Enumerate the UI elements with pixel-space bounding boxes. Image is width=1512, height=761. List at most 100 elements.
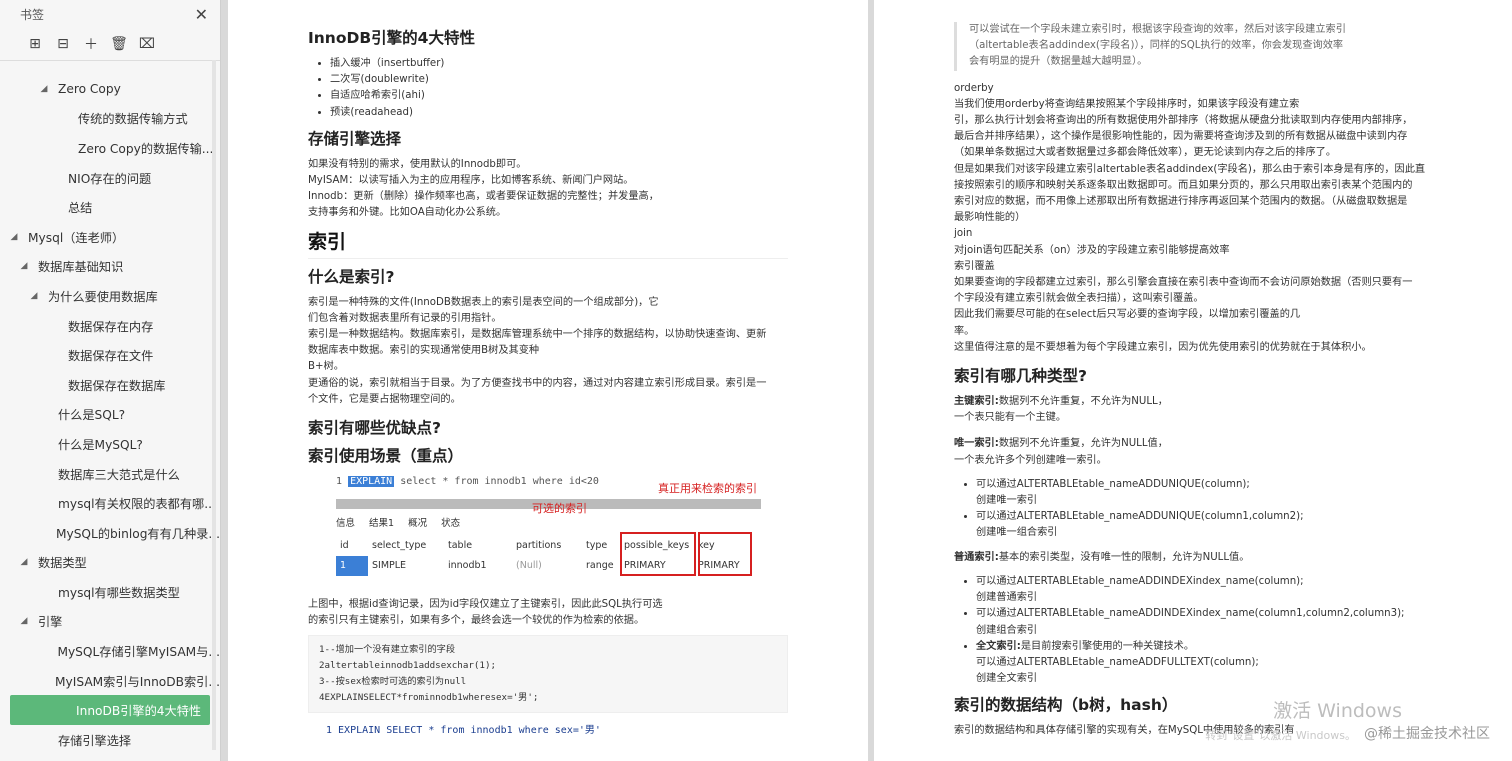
pk-label: 主键索引:	[954, 396, 999, 408]
list-item: 全文索引:是目前搜索引擎使用的一种关键技术。可以通过ALTERTABLEtabl…	[976, 639, 1434, 688]
tab-info: 信息	[336, 518, 356, 530]
paragraph-line: 率。	[954, 325, 975, 337]
paragraph-line: 索引覆盖	[954, 260, 995, 272]
sidebar-item[interactable]: MyISAM索引与InnoDB索引...	[0, 666, 220, 696]
blockquote: 可以尝试在一个字段未建立索引时，根据该字段查询的效率，然后对该字段建立索引 （a…	[954, 22, 1434, 71]
paragraph-line: Innodb：更新（删除）操作频率也高，或者要保证数据的完整性；并发量高，	[308, 191, 659, 203]
expand-all-icon[interactable]: ⊞	[26, 36, 44, 52]
paragraph-line: 个字段没有建立索引就会做全表扫描），这叫索引覆盖。	[954, 293, 1204, 305]
pk-text: 数据列不允许重复，不允许为NULL，	[998, 396, 1168, 408]
sidebar-item[interactable]: ◢ 数据类型	[0, 548, 220, 578]
sidebar-scrollbar[interactable]	[212, 60, 216, 750]
normal-label: 普通索引:	[954, 551, 999, 563]
sidebar-item[interactable]: 存储引擎选择	[0, 725, 220, 755]
delete-all-icon[interactable]: ⌧	[138, 36, 156, 52]
windows-activation-watermark: 激活 Windows	[1273, 700, 1402, 722]
sidebar-item[interactable]: MySQL的binlog有有几种录...	[0, 518, 220, 548]
bookmarks-title: 书签	[20, 7, 45, 22]
sidebar-item-label: 数据库基础知识	[38, 260, 124, 275]
paragraph-line: 引，那么执行计划会将查询出的所有数据使用外部排序（将数据从硬盘分批读取到内存使用…	[954, 115, 1413, 127]
sidebar-item[interactable]: InnoDB引擎的4大特性	[10, 695, 210, 726]
orderby-section: orderby 当我们使用orderby将查询结果按照某个字段排序时，如果该字段…	[954, 81, 1434, 356]
sidebar-item[interactable]: 传统的数据传输方式	[0, 104, 220, 134]
sidebar-item[interactable]: NIO存在的问题	[0, 163, 220, 193]
paragraph-line: 如果要查询的字段都建立过索引，那么引擎会直接在索引表中查询而不会访问原始数据（否…	[954, 277, 1413, 289]
table-cell: (Null)	[516, 560, 542, 572]
paragraph-line: orderby	[954, 82, 994, 94]
collapse-triangle-icon[interactable]: ◢	[18, 616, 30, 626]
quote-line: 可以尝试在一个字段未建立索引时，根据该字段查询的效率，然后对该字段建立索引	[969, 24, 1346, 35]
result-tabs: 信息 结果1 概况 状态	[336, 516, 460, 532]
paragraph-line: MyISAM：以读写插入为主的应用程序，比如博客系统、新闻门户网站。	[308, 175, 634, 187]
sidebar-item[interactable]: 什么是SQL?	[0, 400, 220, 430]
sidebar-item-label: 数据类型	[38, 556, 87, 571]
heading-index: 索引	[308, 230, 788, 259]
close-icon[interactable]: ✕	[195, 5, 208, 24]
sidebar-item-label: MySQL的binlog有有几种录...	[55, 526, 220, 541]
sidebar-item[interactable]: ◢ 数据库基础知识	[0, 252, 220, 282]
code-line: 3--按sex检索时可选的索引为null	[319, 676, 467, 688]
heading-usage-scene: 索引使用场景（重点）	[308, 447, 464, 466]
sidebar-item-label: Mysql（连老师）	[28, 230, 125, 245]
sql-keyword: EXPLAIN	[348, 476, 395, 488]
add-bookmark-icon[interactable]: ＋	[82, 34, 100, 54]
collapse-triangle-icon[interactable]: ◢	[18, 557, 30, 567]
sidebar-item-label: InnoDB引擎的4大特性	[76, 704, 202, 719]
list-item-text: 可以通过ALTERTABLEtable_nameADDINDEXindex_na…	[976, 575, 1304, 587]
paragraph-line: 更通俗的说，索引就相当于目录。为了方便查找书中的内容，通过对内容建立索引形成目录…	[308, 377, 767, 389]
paragraph-line: 这里值得注意的是不要想着为每个字段建立索引，因为优先使用索引的优势就在于其体积小…	[954, 341, 1372, 353]
quote-line: 会有明显的提升（数据量越大越明显）。	[969, 56, 1148, 68]
sql-rest: select * from innodb1 where id<20	[400, 476, 599, 488]
sidebar-item[interactable]: 数据保存在数据库	[0, 370, 220, 400]
paragraph-line: 们包含着对数据表里所有记录的引用指针。	[308, 312, 502, 324]
collapse-triangle-icon[interactable]: ◢	[38, 84, 50, 94]
paragraph-line: B+树。	[308, 361, 344, 373]
line-number: 1	[336, 476, 343, 488]
sidebar-item[interactable]: ◢ 引擎	[0, 607, 220, 637]
list-item-sub: 创建组合索引	[976, 624, 1038, 636]
table-cell: innodb1	[448, 560, 487, 572]
collapse-triangle-icon[interactable]: ◢	[8, 232, 20, 242]
paragraph-line: 索引的数据结构和具体存储引擎的实现有关，在MySQL中使用较多的索引有	[954, 725, 1295, 737]
sidebar-item-label: 什么是SQL?	[58, 408, 126, 423]
paragraph-line: 最后合并排序结果），这个操作是很影响性能的，因为需要将查询涉及到的所有数据从磁盘…	[954, 131, 1408, 143]
sidebar-item[interactable]: ◢ 为什么要使用数据库	[0, 281, 220, 311]
tab-overview: 概况	[408, 518, 428, 530]
collapse-triangle-icon[interactable]: ◢	[18, 261, 30, 271]
paragraph-line: 上图中，根据id查询记录，因为id字段仅建立了主键索引，因此此SQL执行可选	[308, 599, 663, 611]
sidebar-item[interactable]: ◢ Mysql（连老师）	[0, 222, 220, 252]
sidebar-item[interactable]: 什么是MySQL?	[0, 429, 220, 459]
windows-activation-subtext: 转到"设置"以激活 Windows。	[1205, 729, 1356, 742]
list-item-sub: 可以通过ALTERTABLEtable_nameADDFULLTEXT(colu…	[976, 656, 1259, 668]
list-item-text: 可以通过ALTERTABLEtable_nameADDINDEXindex_na…	[976, 608, 1405, 620]
sidebar-item[interactable]: mysql有哪些数据类型	[0, 577, 220, 607]
heading-innodb-features: InnoDB引擎的4大特性	[308, 29, 475, 47]
sidebar-item[interactable]: 数据保存在文件	[0, 340, 220, 370]
sidebar-item[interactable]: Zero Copy的数据传输...	[0, 133, 220, 163]
sidebar-item-label: 数据保存在内存	[68, 319, 154, 334]
paragraph-line: 主键索引:数据列不允许重复，不允许为NULL，	[954, 394, 1434, 410]
heading-what-is-index: 什么是索引?	[308, 267, 395, 286]
collapse-all-icon[interactable]: ⊟	[54, 36, 72, 52]
bookmarks-header: 书签 ✕	[0, 0, 220, 28]
delete-icon[interactable]: 🗑	[110, 36, 128, 52]
sidebar-item[interactable]: 数据保存在内存	[0, 311, 220, 341]
sidebar-item[interactable]: 总结	[0, 192, 220, 222]
sidebar-item[interactable]: mysql有关权限的表都有哪...	[0, 488, 220, 518]
sidebar-item[interactable]: ◢ Zero Copy	[0, 74, 220, 104]
fulltext-text: 是目前搜索引擎使用的一种关键技术。	[1020, 640, 1195, 652]
features-list: 插入缓冲（insertbuffer) 二次写(doublewrite) 自适应哈…	[308, 56, 788, 121]
paragraph-line: 普通索引:基本的索引类型，没有唯一性的限制，允许为NULL值。	[954, 550, 1434, 566]
table-cell: 1	[336, 556, 368, 577]
paragraph-line: 唯一索引:数据列不允许重复，允许为NULL值，	[954, 436, 1434, 452]
sidebar-item[interactable]: MySQL存储引擎MyISAM与...	[0, 636, 220, 666]
paragraph-line: 但是如果我们对该字段建立索引altertable表名addindex(字段名)，…	[954, 163, 1426, 175]
bookmark-tree: ◢ Zero Copy 传统的数据传输方式 Zero Copy的数据传输... NIO存…	[0, 74, 220, 755]
sidebar-item[interactable]: 数据库三大范式是什么	[0, 459, 220, 489]
table-cell: range	[586, 560, 614, 572]
paragraph-line: 因此我们需要尽可能的在select后只写必要的查询字段，以增加索引覆盖的几	[954, 309, 1301, 321]
paragraph-line: 数据库表中数据。索引的实现通常使用B树及其变种	[308, 345, 540, 357]
bookmarks-panel: 书签 ✕ ⊞ ⊟ ＋ 🗑 ⌧ ◢ Zero Copy 传统的数据传输方式 Zero C…	[0, 0, 221, 761]
collapse-triangle-icon[interactable]: ◢	[28, 291, 40, 301]
heading-pros-cons: 索引有哪些优缺点?	[308, 419, 441, 438]
